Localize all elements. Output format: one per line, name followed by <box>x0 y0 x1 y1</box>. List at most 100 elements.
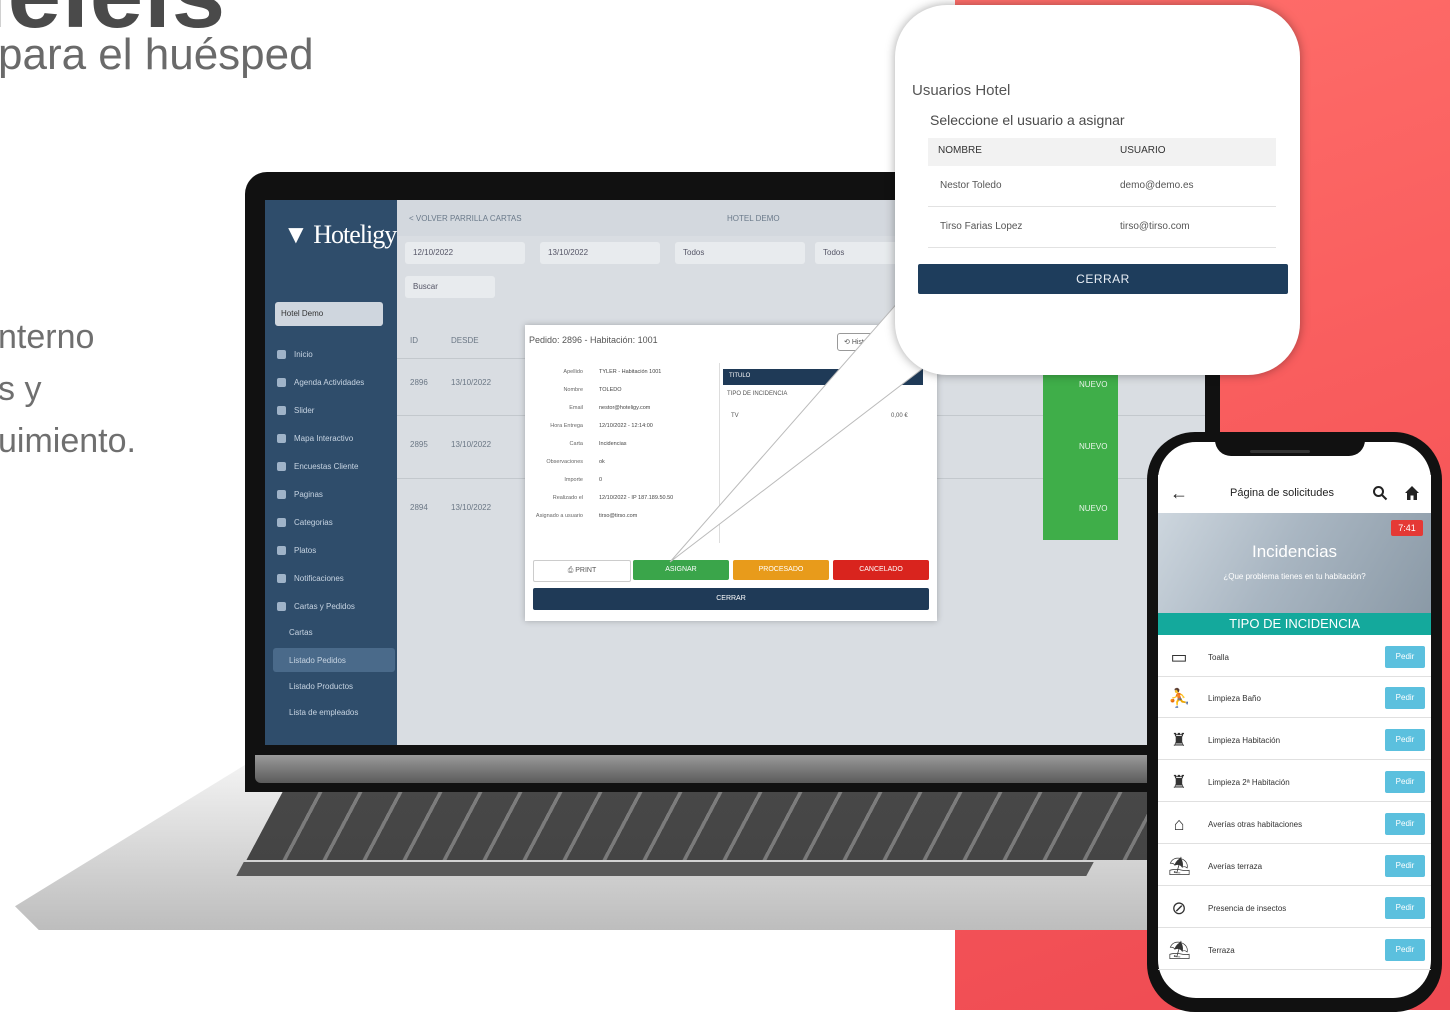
pedir-button[interactable]: Pedir <box>1385 687 1425 709</box>
row-divider <box>928 206 1276 207</box>
pedir-button[interactable]: Pedir <box>1385 897 1425 919</box>
column-header-desde: DESDE <box>451 336 479 345</box>
hero-title: Incidencias <box>1251 542 1338 561</box>
search-icon[interactable] <box>1372 485 1388 501</box>
header-title: Página de solicitudes <box>1230 487 1334 499</box>
page-icon <box>277 490 286 500</box>
slider-icon <box>277 406 286 416</box>
laptop-hinge <box>255 755 1215 783</box>
sidebar-item-paginas[interactable]: Paginas <box>277 490 323 500</box>
list-item-label: Limpieza Habitación <box>1208 736 1281 745</box>
terrace-broken-icon: ⛱ <box>1168 856 1191 876</box>
field-label: Carta <box>569 441 583 447</box>
popup-subtitle: Seleccione el usuario a asignar <box>930 112 1125 128</box>
search-input[interactable]: Buscar <box>405 276 495 298</box>
page-subtitle: para el huésped <box>0 30 314 79</box>
description-line-1: nterno <box>0 318 95 356</box>
hotel-select[interactable]: Hotel Demo <box>275 302 383 326</box>
list-item-label: Terraza <box>1208 946 1235 955</box>
sidebar-item-categorias[interactable]: Categorias <box>277 518 333 528</box>
field-label: Nombre <box>563 387 583 393</box>
sidebar-item-encuestas[interactable]: Encuestas Cliente <box>277 462 358 472</box>
description-line-3: uimiento. <box>0 422 136 460</box>
sidebar-item-agenda[interactable]: Agenda Actividades <box>277 378 364 388</box>
sidebar-item-cartas-pedidos[interactable]: Cartas y Pedidos <box>277 602 355 612</box>
time-badge: 7:41 <box>1391 520 1423 536</box>
terrace-icon: ⛱ <box>1168 940 1191 960</box>
admin-sidebar: ▼ Hoteligy Hotel Demo Inicio Agenda Acti… <box>265 200 397 745</box>
sidebar-subitem-listado-productos[interactable]: Listado Productos <box>289 682 353 691</box>
bell-icon <box>277 574 286 584</box>
user-email[interactable]: demo@demo.es <box>1120 180 1194 191</box>
home-icon[interactable] <box>1404 485 1420 501</box>
hotel-name: HOTEL DEMO <box>727 214 780 223</box>
phone-header: ← Página de solicitudes <box>1158 475 1431 513</box>
sidebar-item-notificaciones[interactable]: Notificaciones <box>277 574 344 584</box>
description-line-2: s y <box>0 370 42 408</box>
pedir-button[interactable]: Pedir <box>1385 729 1425 751</box>
laptop-keyboard-row <box>236 862 1094 876</box>
field-label: Asignado a usuario <box>535 513 583 519</box>
field-label: Hora Entrega <box>550 423 583 429</box>
room-cleaning-icon: ♜ <box>1170 772 1188 792</box>
pedir-button[interactable]: Pedir <box>1385 813 1425 835</box>
user-email[interactable]: tirso@tirso.com <box>1120 221 1190 232</box>
list-item-label: Limpieza 2ª Habitación <box>1208 778 1290 787</box>
field-value: ok <box>599 459 605 465</box>
modal-close-button[interactable]: CERRAR <box>533 588 929 610</box>
status-badge: NUEVO <box>1079 504 1108 513</box>
pedir-button[interactable]: Pedir <box>1385 771 1425 793</box>
towel-icon: ▭ <box>1170 647 1188 667</box>
sidebar-subitem-listado-pedidos[interactable]: Listado Pedidos <box>289 656 346 665</box>
sidebar-subitem-cartas[interactable]: Cartas <box>289 628 313 637</box>
calendar-icon <box>277 378 286 388</box>
back-link[interactable]: < VOLVER PARRILLA CARTAS <box>409 214 522 223</box>
bath-cleaning-icon: ⛹ <box>1168 688 1191 708</box>
sidebar-item-mapa[interactable]: Mapa Interactivo <box>277 434 353 444</box>
popup-title: Usuarios Hotel <box>912 82 1011 99</box>
field-value: TOLEDO <box>599 387 622 393</box>
sidebar-item-slider[interactable]: Slider <box>277 406 314 416</box>
sidebar-item-inicio[interactable]: Inicio <box>277 350 313 360</box>
row-divider <box>928 247 1276 248</box>
print-button[interactable]: ⎙ PRINT <box>533 560 631 582</box>
category-icon <box>277 518 286 528</box>
row-id: 2896 <box>410 378 428 387</box>
laptop-keyboard <box>246 790 1189 860</box>
other-rooms-icon: ⌂ <box>1173 814 1185 834</box>
no-insects-icon: ⊘ <box>1171 898 1187 918</box>
popup-close-button[interactable]: CERRAR <box>918 264 1288 294</box>
menu-icon <box>277 602 286 612</box>
column-header-usuario: USUARIO <box>1120 145 1166 156</box>
list-item-label: Averías otras habitaciones <box>1208 820 1303 829</box>
user-name[interactable]: Tirso Farias Lopez <box>940 221 1022 232</box>
sidebar-item-platos[interactable]: Platos <box>277 546 316 556</box>
row-id: 2894 <box>410 503 428 512</box>
status-badge: NUEVO <box>1079 380 1108 389</box>
pedir-button[interactable]: Pedir <box>1385 939 1425 961</box>
list-item-label: Averías terraza <box>1208 862 1263 871</box>
pedir-button[interactable]: Pedir <box>1385 646 1425 668</box>
date-from-filter[interactable]: 12/10/2022 <box>405 242 525 264</box>
status-column: NUEVO NUEVO NUEVO <box>1043 370 1118 540</box>
field-value: TYLER - Habitación 1001 <box>599 369 662 375</box>
field-label: Apellido <box>563 369 583 375</box>
row-id: 2895 <box>410 440 428 449</box>
column-header-nombre: NOMBRE <box>938 145 982 156</box>
field-label: Observaciones <box>546 459 583 465</box>
row-date: 13/10/2022 <box>451 503 492 512</box>
phone-speaker <box>1250 450 1310 453</box>
user-name[interactable]: Nestor Toledo <box>940 180 1002 191</box>
survey-icon <box>277 462 286 472</box>
status-filter[interactable]: Todos <box>675 242 805 264</box>
row-date: 13/10/2022 <box>451 440 492 449</box>
modal-title: Pedido: 2896 - Habitación: 1001 <box>529 335 658 345</box>
hero-subtitle: ¿Que problema tienes en tu habitación? <box>1223 572 1366 581</box>
field-value: 0 <box>599 477 603 483</box>
pedir-button[interactable]: Pedir <box>1385 855 1425 877</box>
back-arrow-icon[interactable]: ← <box>1170 483 1188 504</box>
date-to-filter[interactable]: 13/10/2022 <box>540 242 660 264</box>
sidebar-subitem-empleados[interactable]: Lista de empleados <box>289 708 358 717</box>
field-value: 12/10/2022 - 12:14:00 <box>599 423 653 429</box>
field-label: Email <box>569 405 583 411</box>
